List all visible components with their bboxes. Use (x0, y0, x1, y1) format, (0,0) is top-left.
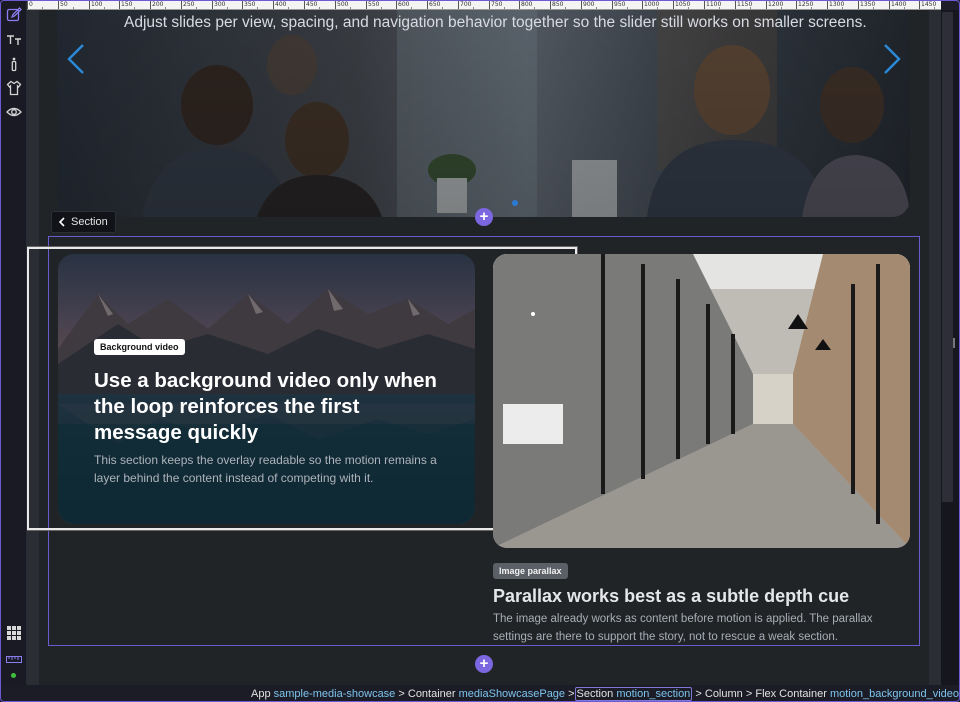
breadcrumb-separator: > (745, 688, 753, 700)
ruler-label: 900 (583, 1, 595, 8)
status-dot-icon (11, 673, 16, 678)
office-corridor-image (493, 254, 910, 548)
vertical-scrollbar[interactable] (941, 10, 959, 685)
parallax-badge: Image parallax (493, 563, 568, 579)
add-section-button[interactable]: + (475, 655, 493, 673)
style-icon[interactable] (6, 80, 22, 96)
section-chip-label: Section (71, 216, 108, 228)
parallax-title: Parallax works best as a subtle depth cu… (493, 586, 850, 606)
ruler-label: 200 (152, 1, 164, 8)
ruler-label: 1100 (706, 1, 722, 8)
breadcrumb-flex-link[interactable]: motion_background_video (830, 688, 959, 700)
preview-icon[interactable] (6, 104, 22, 120)
ruler-label: 500 (337, 1, 349, 8)
resize-grip-icon[interactable] (953, 338, 955, 348)
breadcrumb-section-label: Section (576, 688, 614, 700)
ruler-label: 1150 (737, 1, 753, 8)
video-title: Use a background video only when the loo… (94, 369, 437, 444)
chevron-left-icon (58, 217, 65, 227)
breadcrumb-column-label: Column (704, 688, 743, 700)
breadcrumb-app-link[interactable]: sample-media-showcase (274, 688, 396, 700)
breadcrumb-flex-label: Flex Container (755, 688, 827, 700)
ruler-label: 950 (614, 1, 626, 8)
ruler-label: 700 (460, 1, 472, 8)
breadcrumb-section-item[interactable]: Section motion_section (574, 687, 693, 701)
ruler-label: 250 (183, 1, 195, 8)
ruler-label: 1000 (644, 1, 660, 8)
breadcrumb-separator: > (568, 688, 575, 700)
horizontal-ruler: 0 50 100 150 200 250 300 350 400 450 500 550 600 650 7… (27, 1, 941, 10)
info-icon[interactable] (6, 56, 22, 72)
ruler-label: 650 (429, 1, 441, 8)
ruler-label: 450 (306, 1, 318, 8)
breadcrumb-container-link[interactable]: mediaShowcasePage (459, 688, 565, 700)
ruler-label: 400 (275, 1, 287, 8)
ruler-label: 1050 (675, 1, 691, 8)
section-back-chip[interactable]: Section (51, 211, 116, 233)
hero-slider[interactable]: Adjust slides per view, spacing, and nav… (57, 10, 910, 217)
ruler-label: 1350 (860, 1, 876, 8)
ruler-label: 800 (521, 1, 533, 8)
breadcrumb-separator: > (398, 688, 405, 700)
video-badge: Background video (94, 339, 185, 355)
ruler-label: 1450 (921, 1, 937, 8)
ruler-label: 350 (244, 1, 256, 8)
slider-next-arrow-icon[interactable] (881, 43, 903, 75)
ruler-label: 1300 (829, 1, 845, 8)
hero-caption: Adjust slides per view, spacing, and nav… (124, 14, 867, 31)
breadcrumb: App sample-media-showcase > Container me… (251, 685, 959, 701)
edit-icon[interactable] (6, 7, 22, 23)
ruler-label: 1200 (768, 1, 784, 8)
ruler-label: 50 (60, 1, 68, 8)
left-toolbar (1, 1, 27, 685)
ruler-label: 750 (491, 1, 503, 8)
breadcrumb-container-label: Container (407, 688, 456, 700)
slider-pagination-dot[interactable] (512, 200, 518, 206)
slider-prev-arrow-icon[interactable] (65, 43, 87, 75)
ruler-label: 850 (552, 1, 564, 8)
editor-window: 0 50 100 150 200 250 300 350 400 450 500 550 600 650 7… (0, 0, 960, 702)
scrollbar-thumb[interactable] (942, 12, 953, 502)
ruler-label: 100 (91, 1, 103, 8)
parallax-text: The image already works as content befor… (493, 613, 873, 643)
breadcrumb-app-label: App (251, 688, 271, 700)
ruler-label: 1400 (891, 1, 907, 8)
ruler-label: 550 (368, 1, 380, 8)
design-canvas[interactable]: Adjust slides per view, spacing, and nav… (27, 10, 941, 685)
ruler-label: 0 (29, 1, 33, 8)
grid-icon[interactable] (6, 625, 22, 641)
add-block-button[interactable]: + (475, 208, 493, 226)
ruler-icon[interactable] (6, 651, 22, 667)
ruler-label: 300 (214, 1, 226, 8)
parallax-image-card[interactable] (493, 254, 910, 548)
ruler-label: 600 (398, 1, 410, 8)
breadcrumb-separator: > (695, 688, 702, 700)
ruler-label: 150 (121, 1, 133, 8)
ruler-label: 1250 (798, 1, 814, 8)
breadcrumb-section-link[interactable]: motion_section (616, 688, 690, 700)
video-text: This section keeps the overlay readable … (94, 453, 437, 485)
typography-icon[interactable] (6, 32, 22, 48)
hero-team-photo (57, 10, 910, 217)
